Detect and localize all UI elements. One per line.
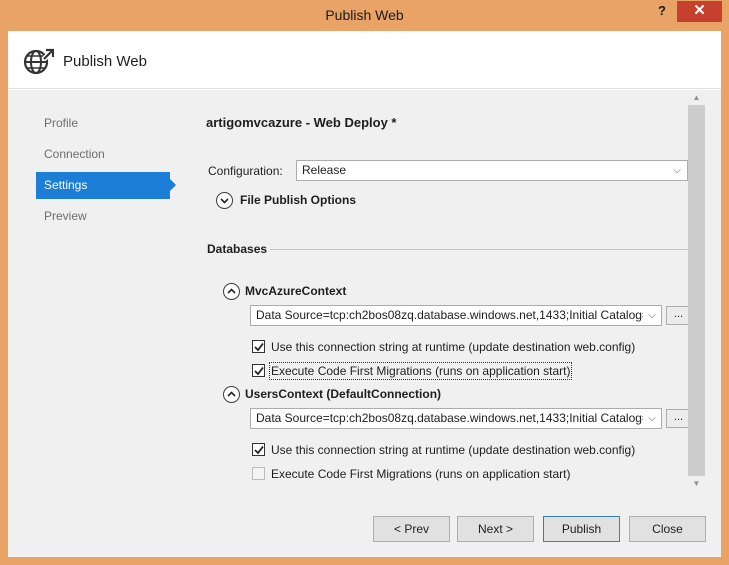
window-title: Publish Web (325, 7, 404, 23)
scroll-up-arrow-icon[interactable]: ▲ (688, 90, 705, 105)
title-bar[interactable]: Publish Web ? ✕ (0, 0, 729, 31)
close-button[interactable]: Close (629, 516, 706, 542)
checkmark-icon (254, 342, 264, 352)
dialog-client-area: Publish Web Profile Connection Settings … (8, 31, 721, 557)
publish-button[interactable]: Publish (543, 516, 620, 542)
settings-panel: artigomvcazure - Web Deploy * Configurat… (198, 90, 691, 490)
configuration-select[interactable]: Release ⌵ (296, 160, 688, 181)
file-publish-options-label[interactable]: File Publish Options (240, 193, 356, 207)
chevron-down-icon (220, 198, 229, 204)
connection-string-value: Data Source=tcp:ch2bos08zq.database.wind… (256, 411, 656, 425)
expand-file-publish-options-button[interactable] (216, 192, 233, 209)
context-name: MvcAzureContext (245, 284, 347, 298)
use-runtime-label: Use this connection string at runtime (u… (271, 340, 636, 354)
code-first-checkbox (252, 467, 265, 480)
dialog-header: Publish Web (8, 31, 721, 89)
checkmark-icon (254, 366, 264, 376)
configuration-value: Release (302, 163, 347, 177)
prev-button[interactable]: < Prev (373, 516, 450, 542)
next-button[interactable]: Next > (457, 516, 534, 542)
help-button[interactable]: ? (650, 3, 674, 21)
chevron-down-icon: ⌵ (643, 306, 661, 325)
use-runtime-label: Use this connection string at runtime (u… (271, 443, 636, 457)
scroll-thumb[interactable] (688, 105, 705, 476)
use-runtime-checkbox[interactable] (252, 443, 265, 456)
nav-item-connection[interactable]: Connection (36, 141, 170, 168)
use-runtime-checkbox[interactable] (252, 340, 265, 353)
profile-title: artigomvcazure - Web Deploy * (206, 115, 396, 130)
chevron-down-icon: ⌵ (673, 165, 681, 176)
chevron-up-icon (227, 391, 236, 397)
vertical-scrollbar[interactable]: ▲ ▼ (688, 90, 705, 490)
connection-string-combobox[interactable]: Data Source=tcp:ch2bos08zq.database.wind… (250, 305, 662, 326)
configuration-label: Configuration: (208, 164, 283, 178)
code-first-label: Execute Code First Migrations (runs on a… (268, 362, 573, 380)
profile-suffix: - Web Deploy * (302, 115, 397, 130)
code-first-checkbox[interactable] (252, 364, 265, 377)
databases-label: Databases (207, 242, 268, 256)
nav-item-profile[interactable]: Profile (36, 110, 170, 137)
nav-item-settings[interactable]: Settings (36, 172, 176, 199)
checkmark-icon (254, 445, 264, 455)
profile-name: artigomvcazure (206, 115, 303, 130)
globe-publish-icon (23, 48, 54, 75)
connection-string-value: Data Source=tcp:ch2bos08zq.database.wind… (256, 308, 656, 322)
chevron-up-icon (227, 288, 236, 294)
publish-web-dialog: Publish Web ? ✕ Publish Web Profile Conn… (0, 0, 729, 565)
databases-divider (270, 249, 688, 250)
collapse-userscontext-button[interactable] (223, 386, 240, 403)
window-close-button[interactable]: ✕ (677, 1, 722, 22)
scroll-down-arrow-icon[interactable]: ▼ (688, 476, 705, 491)
code-first-label: Execute Code First Migrations (runs on a… (271, 467, 571, 481)
collapse-mvcazurecontext-button[interactable] (223, 283, 240, 300)
chevron-down-icon: ⌵ (643, 409, 661, 428)
context-name: UsersContext (DefaultConnection) (245, 387, 442, 401)
wizard-nav: Profile Connection Settings Preview (36, 110, 176, 234)
connection-string-combobox[interactable]: Data Source=tcp:ch2bos08zq.database.wind… (250, 408, 662, 429)
header-title: Publish Web (63, 53, 147, 70)
dialog-body: Profile Connection Settings Preview arti… (8, 90, 721, 557)
nav-item-preview[interactable]: Preview (36, 203, 170, 230)
